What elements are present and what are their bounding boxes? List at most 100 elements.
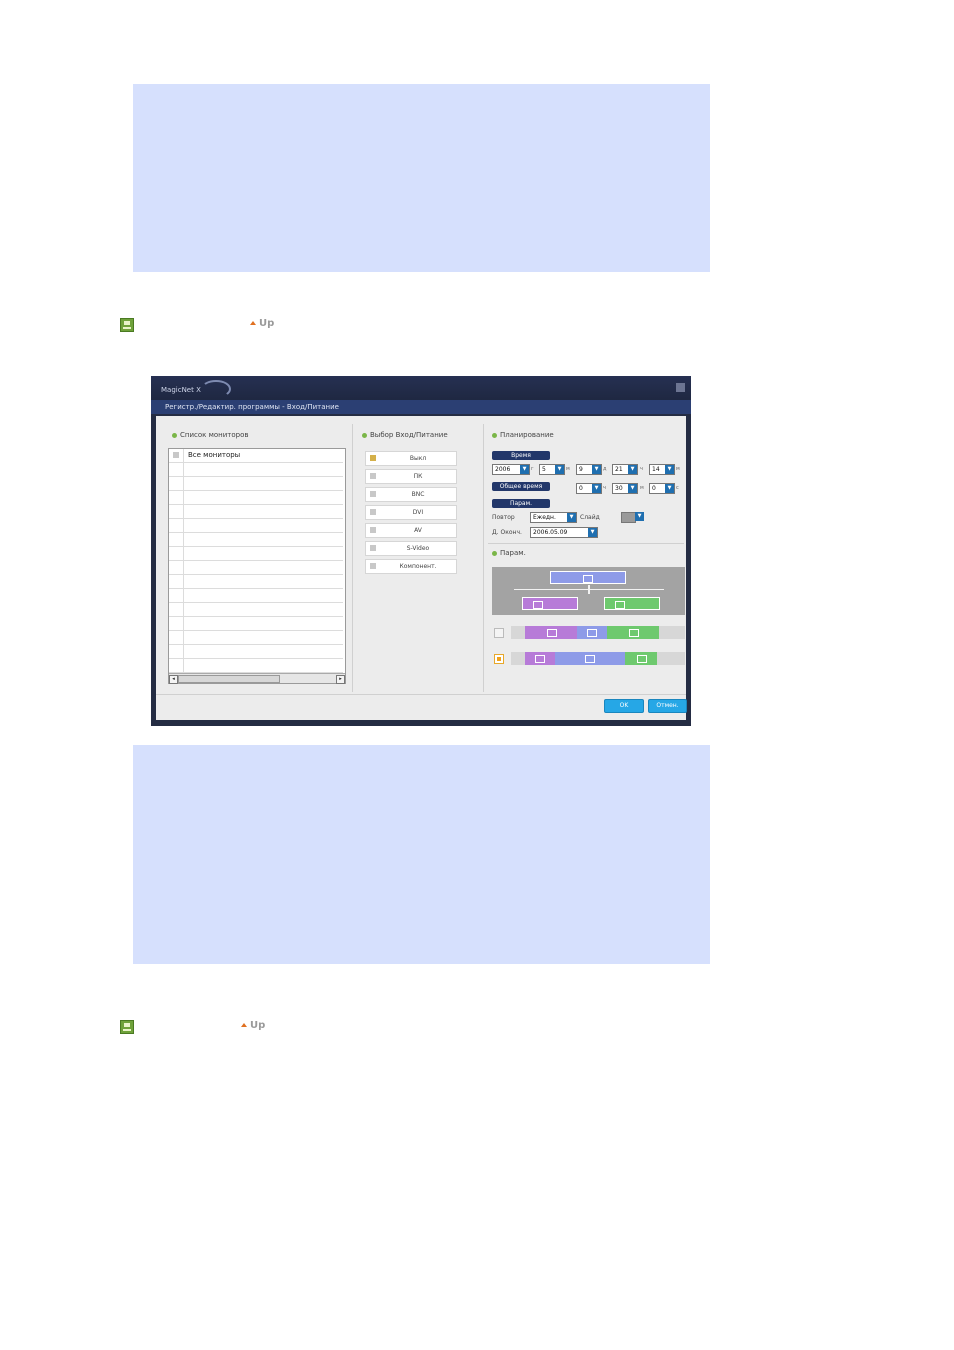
year-select[interactable]: 2006 ▼ [492, 464, 530, 475]
checkbox-checked[interactable] [370, 455, 376, 461]
checkbox[interactable] [370, 563, 376, 569]
scroll-left-icon[interactable]: ◂ [169, 675, 178, 684]
end-date-select[interactable]: 2006.05.09 ▼ [530, 527, 598, 538]
checkbox[interactable] [370, 491, 376, 497]
folder-icon [583, 575, 593, 583]
input-option-pc[interactable]: ПК [365, 469, 457, 484]
ok-button[interactable]: OK [604, 699, 644, 713]
folder-icon [629, 629, 639, 637]
up-link-bottom[interactable]: Up [241, 1020, 265, 1031]
input-option-dvi[interactable]: DVI [365, 505, 457, 520]
time-button[interactable]: Время [492, 451, 550, 460]
left-block[interactable] [522, 597, 578, 610]
param-section-header: Парам. [492, 549, 526, 557]
green-image-icon [120, 318, 134, 332]
checkbox[interactable] [370, 509, 376, 515]
input-option-bnc[interactable]: BNC [365, 487, 457, 502]
nav-row-top [120, 318, 134, 332]
duration-second-select[interactable]: 0 ▼ [649, 483, 675, 494]
repeat-select[interactable]: Ежедн. ▼ [530, 512, 577, 523]
list-row [169, 477, 343, 491]
list-row [169, 659, 343, 673]
chevron-down-icon[interactable]: ▼ [628, 465, 637, 474]
list-row [169, 645, 343, 659]
chevron-down-icon[interactable]: ▼ [555, 465, 564, 474]
divider [156, 694, 686, 695]
minute-select[interactable]: 14 ▼ [649, 464, 675, 475]
segment-purple [525, 626, 577, 639]
app-logo: MagicNet X [161, 386, 201, 394]
chevron-down-icon[interactable]: ▼ [592, 465, 601, 474]
bullet-icon [172, 432, 177, 438]
chevron-down-icon[interactable]: ▼ [628, 484, 637, 493]
folder-icon [533, 601, 543, 609]
chevron-down-icon[interactable]: ▼ [665, 484, 674, 493]
center-block[interactable] [550, 571, 626, 584]
option-checkbox-1[interactable] [494, 628, 504, 638]
segment-green [625, 652, 657, 665]
input-option-off[interactable]: Выкл [365, 451, 457, 466]
divider [483, 424, 484, 692]
month-select[interactable]: 5 ▼ [539, 464, 565, 475]
checkbox[interactable] [173, 452, 179, 458]
input-option-svideo[interactable]: S-Video [365, 541, 457, 556]
list-row [169, 603, 343, 617]
slide-dropdown-arrow[interactable]: ▼ [635, 512, 644, 521]
hour-select[interactable]: 21 ▼ [612, 464, 638, 475]
green-image-icon [120, 1020, 134, 1034]
monitor-list[interactable]: Все мониторы ◂ ▸ [168, 448, 346, 684]
chevron-down-icon[interactable]: ▼ [567, 513, 576, 522]
list-row [169, 617, 343, 631]
input-option-component[interactable]: Компонент. [365, 559, 457, 574]
cancel-button[interactable]: Отмен. [648, 699, 687, 713]
close-icon[interactable] [676, 383, 685, 392]
duration-minute-select[interactable]: 30 ▼ [612, 483, 638, 494]
scroll-thumb[interactable] [178, 675, 280, 683]
slide-select[interactable] [621, 512, 636, 523]
up-arrow-icon [241, 1023, 247, 1027]
list-row [169, 575, 343, 589]
right-block[interactable] [604, 597, 660, 610]
input-option-av[interactable]: AV [365, 523, 457, 538]
divider [488, 543, 684, 544]
list-row [169, 519, 343, 533]
chevron-down-icon[interactable]: ▼ [635, 512, 644, 521]
monitor-list-item[interactable]: Все мониторы [169, 449, 343, 463]
list-row [169, 491, 343, 505]
duration-hour-select[interactable]: 0 ▼ [576, 483, 602, 494]
bullet-icon [492, 550, 497, 556]
checkbox[interactable] [370, 545, 376, 551]
blue-info-panel-top [133, 84, 710, 272]
checkbox[interactable] [370, 527, 376, 533]
total-time-button[interactable]: Общее время [492, 482, 550, 491]
logo-swoosh-icon [201, 380, 231, 398]
horizontal-scrollbar[interactable]: ◂ ▸ [169, 673, 345, 684]
scroll-right-icon[interactable]: ▸ [336, 675, 345, 684]
folder-icon [587, 629, 597, 637]
list-row [169, 533, 343, 547]
param-diagram [492, 567, 685, 615]
segment-green [607, 626, 659, 639]
bullet-icon [362, 432, 367, 438]
chevron-down-icon[interactable]: ▼ [520, 465, 529, 474]
chevron-down-icon[interactable]: ▼ [588, 528, 597, 537]
up-link-top[interactable]: Up [250, 318, 274, 329]
checkbox[interactable] [370, 473, 376, 479]
timeline-marker [588, 585, 590, 594]
folder-icon [615, 601, 625, 609]
chevron-down-icon[interactable]: ▼ [665, 465, 674, 474]
list-row [169, 547, 343, 561]
day-select[interactable]: 9 ▼ [576, 464, 602, 475]
input-section-header: Выбор Вход/Питание [362, 431, 448, 439]
folder-icon [585, 655, 595, 663]
option-checkbox-2[interactable] [494, 654, 504, 664]
list-row [169, 561, 343, 575]
folder-icon [547, 629, 557, 637]
title-bar: MagicNet X [151, 376, 691, 402]
list-row [169, 631, 343, 645]
chevron-down-icon[interactable]: ▼ [592, 484, 601, 493]
param-button[interactable]: Парам. [492, 499, 550, 508]
segment-lavender [555, 652, 625, 665]
list-row [169, 589, 343, 603]
divider [352, 424, 353, 692]
